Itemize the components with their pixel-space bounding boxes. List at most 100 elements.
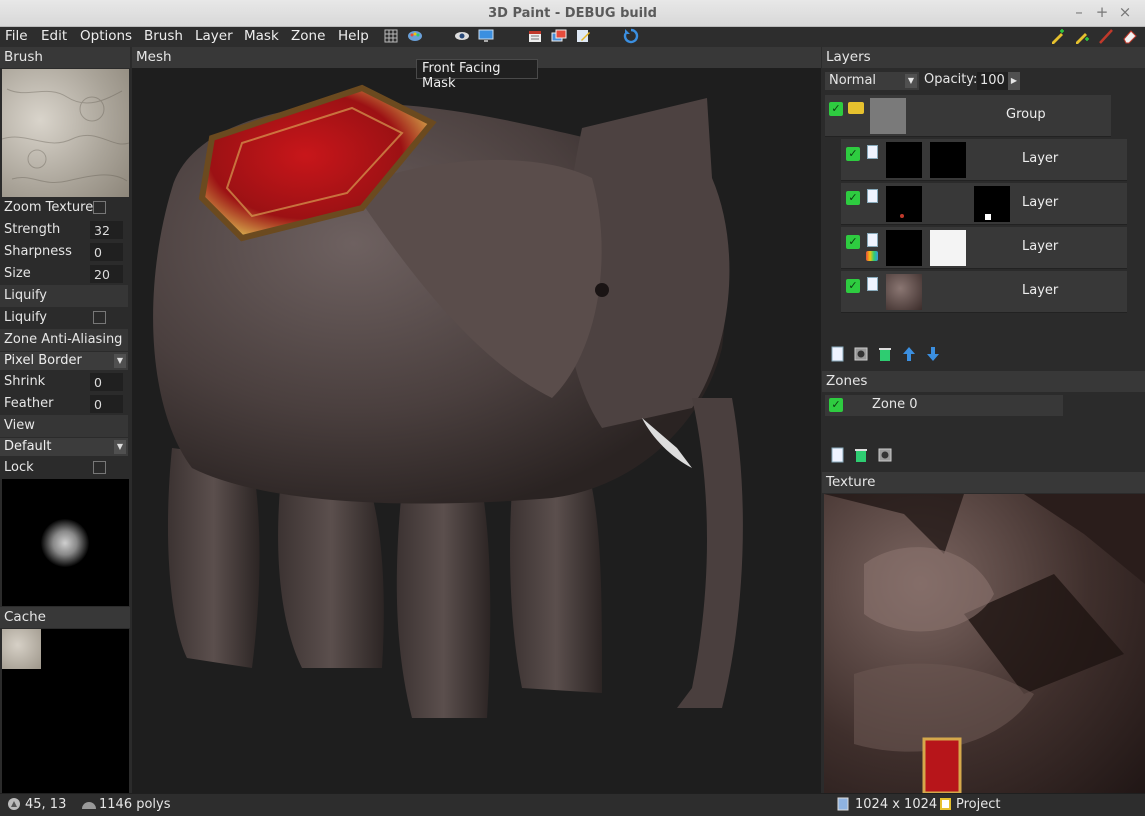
layer-row[interactable]: ✓ Layer [841, 183, 1127, 225]
menu-bar: File Edit Options Brush Layer Mask Zone … [0, 27, 1145, 47]
liquify-header: Liquify [0, 285, 128, 307]
compass-icon [8, 798, 20, 810]
feather-label: Feather [4, 396, 54, 411]
view-header: View [0, 415, 128, 437]
group-visible-checkbox[interactable]: ✓ [829, 102, 843, 116]
texture-size: 1024 x 1024 [855, 797, 938, 812]
monitor-icon[interactable] [478, 28, 494, 44]
feather-row: Feather 0 [0, 393, 128, 415]
cache-header: Cache [0, 607, 130, 628]
opacity-input[interactable]: 100 [977, 72, 1009, 90]
layer-visible-checkbox[interactable]: ✓ [846, 191, 860, 205]
chevron-down-icon: ▼ [114, 440, 126, 454]
size-label: Size [4, 266, 31, 281]
group-thumbnail [870, 98, 906, 134]
chevron-right-icon[interactable]: ▶ [1008, 72, 1020, 90]
windows-icon[interactable] [551, 28, 567, 44]
zone-visible-checkbox[interactable]: ✓ [829, 398, 843, 412]
eye-icon[interactable] [454, 28, 470, 44]
refresh-icon[interactable] [623, 28, 639, 44]
grid-icon[interactable] [383, 28, 399, 44]
layer-row[interactable]: ✓ Layer [841, 271, 1127, 313]
layer-label: Layer [1022, 239, 1059, 254]
pencil-icon[interactable] [1074, 28, 1090, 44]
layer-row[interactable]: ✓ Layer [841, 139, 1127, 181]
menu-options[interactable]: Options [80, 28, 132, 44]
lock-label: Lock [4, 460, 34, 475]
zoom-texture-row: Zoom Texture [0, 197, 128, 219]
maximize-button[interactable]: + [1092, 3, 1112, 21]
zone-mask-icon[interactable] [878, 447, 892, 463]
chevron-down-icon: ▼ [905, 74, 917, 88]
mask-icon[interactable] [854, 346, 868, 362]
layer-label: Layer [1022, 283, 1059, 298]
strength-input[interactable]: 32 [90, 221, 123, 239]
zone-row[interactable]: ✓ Zone 0 [825, 395, 1063, 416]
mesh-viewport[interactable] [132, 68, 821, 793]
sharpness-row: Sharpness 0 [0, 241, 128, 263]
project-label[interactable]: Project [956, 797, 1000, 812]
texture-preview[interactable] [824, 494, 1145, 793]
chevron-down-icon: ▼ [114, 354, 126, 368]
brush-shape-preview [2, 479, 129, 606]
layer-thumbnail [886, 186, 922, 222]
arrow-down-icon[interactable] [925, 346, 941, 362]
new-layer-icon[interactable] [831, 346, 845, 362]
layer-visible-checkbox[interactable]: ✓ [846, 147, 860, 161]
liquify-label: Liquify [4, 310, 47, 325]
view-mode-value: Default [4, 439, 52, 454]
layer-row[interactable]: ✓ Layer [841, 227, 1127, 269]
size-input[interactable]: 20 [90, 265, 123, 283]
right-panel: Layers Normal ▼ Opacity: 100 ▶ ✓ Group ✓… [822, 47, 1145, 793]
pixel-border-select[interactable]: Pixel Border ▼ [0, 352, 128, 370]
delete-zone-icon[interactable] [853, 447, 869, 463]
red-brush-icon[interactable] [1098, 28, 1114, 44]
zones-header: Zones [822, 371, 1145, 392]
menu-help[interactable]: Help [338, 28, 369, 44]
liquify-checkbox[interactable] [93, 311, 106, 324]
poly-count: 1146 polys [99, 797, 171, 812]
edit-icon[interactable] [575, 28, 591, 44]
title-bar: 3D Paint - DEBUG build – + × [0, 0, 1145, 27]
arrow-up-icon[interactable] [901, 346, 917, 362]
document-icon [867, 145, 878, 159]
menu-zone[interactable]: Zone [291, 28, 325, 44]
layer-group-row[interactable]: ✓ Group [825, 95, 1111, 137]
close-button[interactable]: × [1115, 3, 1135, 21]
size-row: Size 20 [0, 263, 128, 285]
eraser-icon[interactable] [1122, 28, 1138, 44]
layer-visible-checkbox[interactable]: ✓ [846, 235, 860, 249]
cursor-coords: 45, 13 [25, 797, 67, 812]
shrink-input[interactable]: 0 [90, 373, 123, 391]
layer-visible-checkbox[interactable]: ✓ [846, 279, 860, 293]
menu-brush[interactable]: Brush [144, 28, 183, 44]
palette-icon[interactable] [407, 28, 423, 44]
menu-file[interactable]: File [5, 28, 28, 44]
lock-row: Lock [0, 457, 128, 479]
liquify-row: Liquify [0, 307, 128, 329]
pixel-border-value: Pixel Border [4, 353, 82, 368]
zone-aa-header: Zone Anti-Aliasing [0, 329, 128, 351]
lock-checkbox[interactable] [93, 461, 106, 474]
blend-mode-select[interactable]: Normal ▼ [825, 72, 919, 90]
shrink-label: Shrink [4, 374, 46, 389]
feather-input[interactable]: 0 [90, 395, 123, 413]
pencil-add-icon[interactable] [1050, 28, 1066, 44]
sharpness-input[interactable]: 0 [90, 243, 123, 261]
brush-texture-preview[interactable] [2, 69, 129, 197]
calendar-icon[interactable] [527, 28, 543, 44]
delete-layer-icon[interactable] [877, 346, 893, 362]
menu-mask[interactable]: Mask [244, 28, 279, 44]
opacity-label: Opacity: [924, 72, 978, 87]
menu-layer[interactable]: Layer [195, 28, 233, 44]
strength-label: Strength [4, 222, 61, 237]
view-mode-select[interactable]: Default ▼ [0, 438, 128, 456]
menu-edit[interactable]: Edit [41, 28, 67, 44]
zoom-texture-checkbox[interactable] [93, 201, 106, 214]
layer-mask-thumbnail [930, 142, 966, 178]
tooltip: Front Facing Mask [416, 59, 538, 91]
document-icon [867, 233, 878, 247]
minimize-button[interactable]: – [1069, 3, 1089, 21]
cache-thumbnail[interactable] [2, 629, 41, 669]
new-zone-icon[interactable] [831, 447, 845, 463]
